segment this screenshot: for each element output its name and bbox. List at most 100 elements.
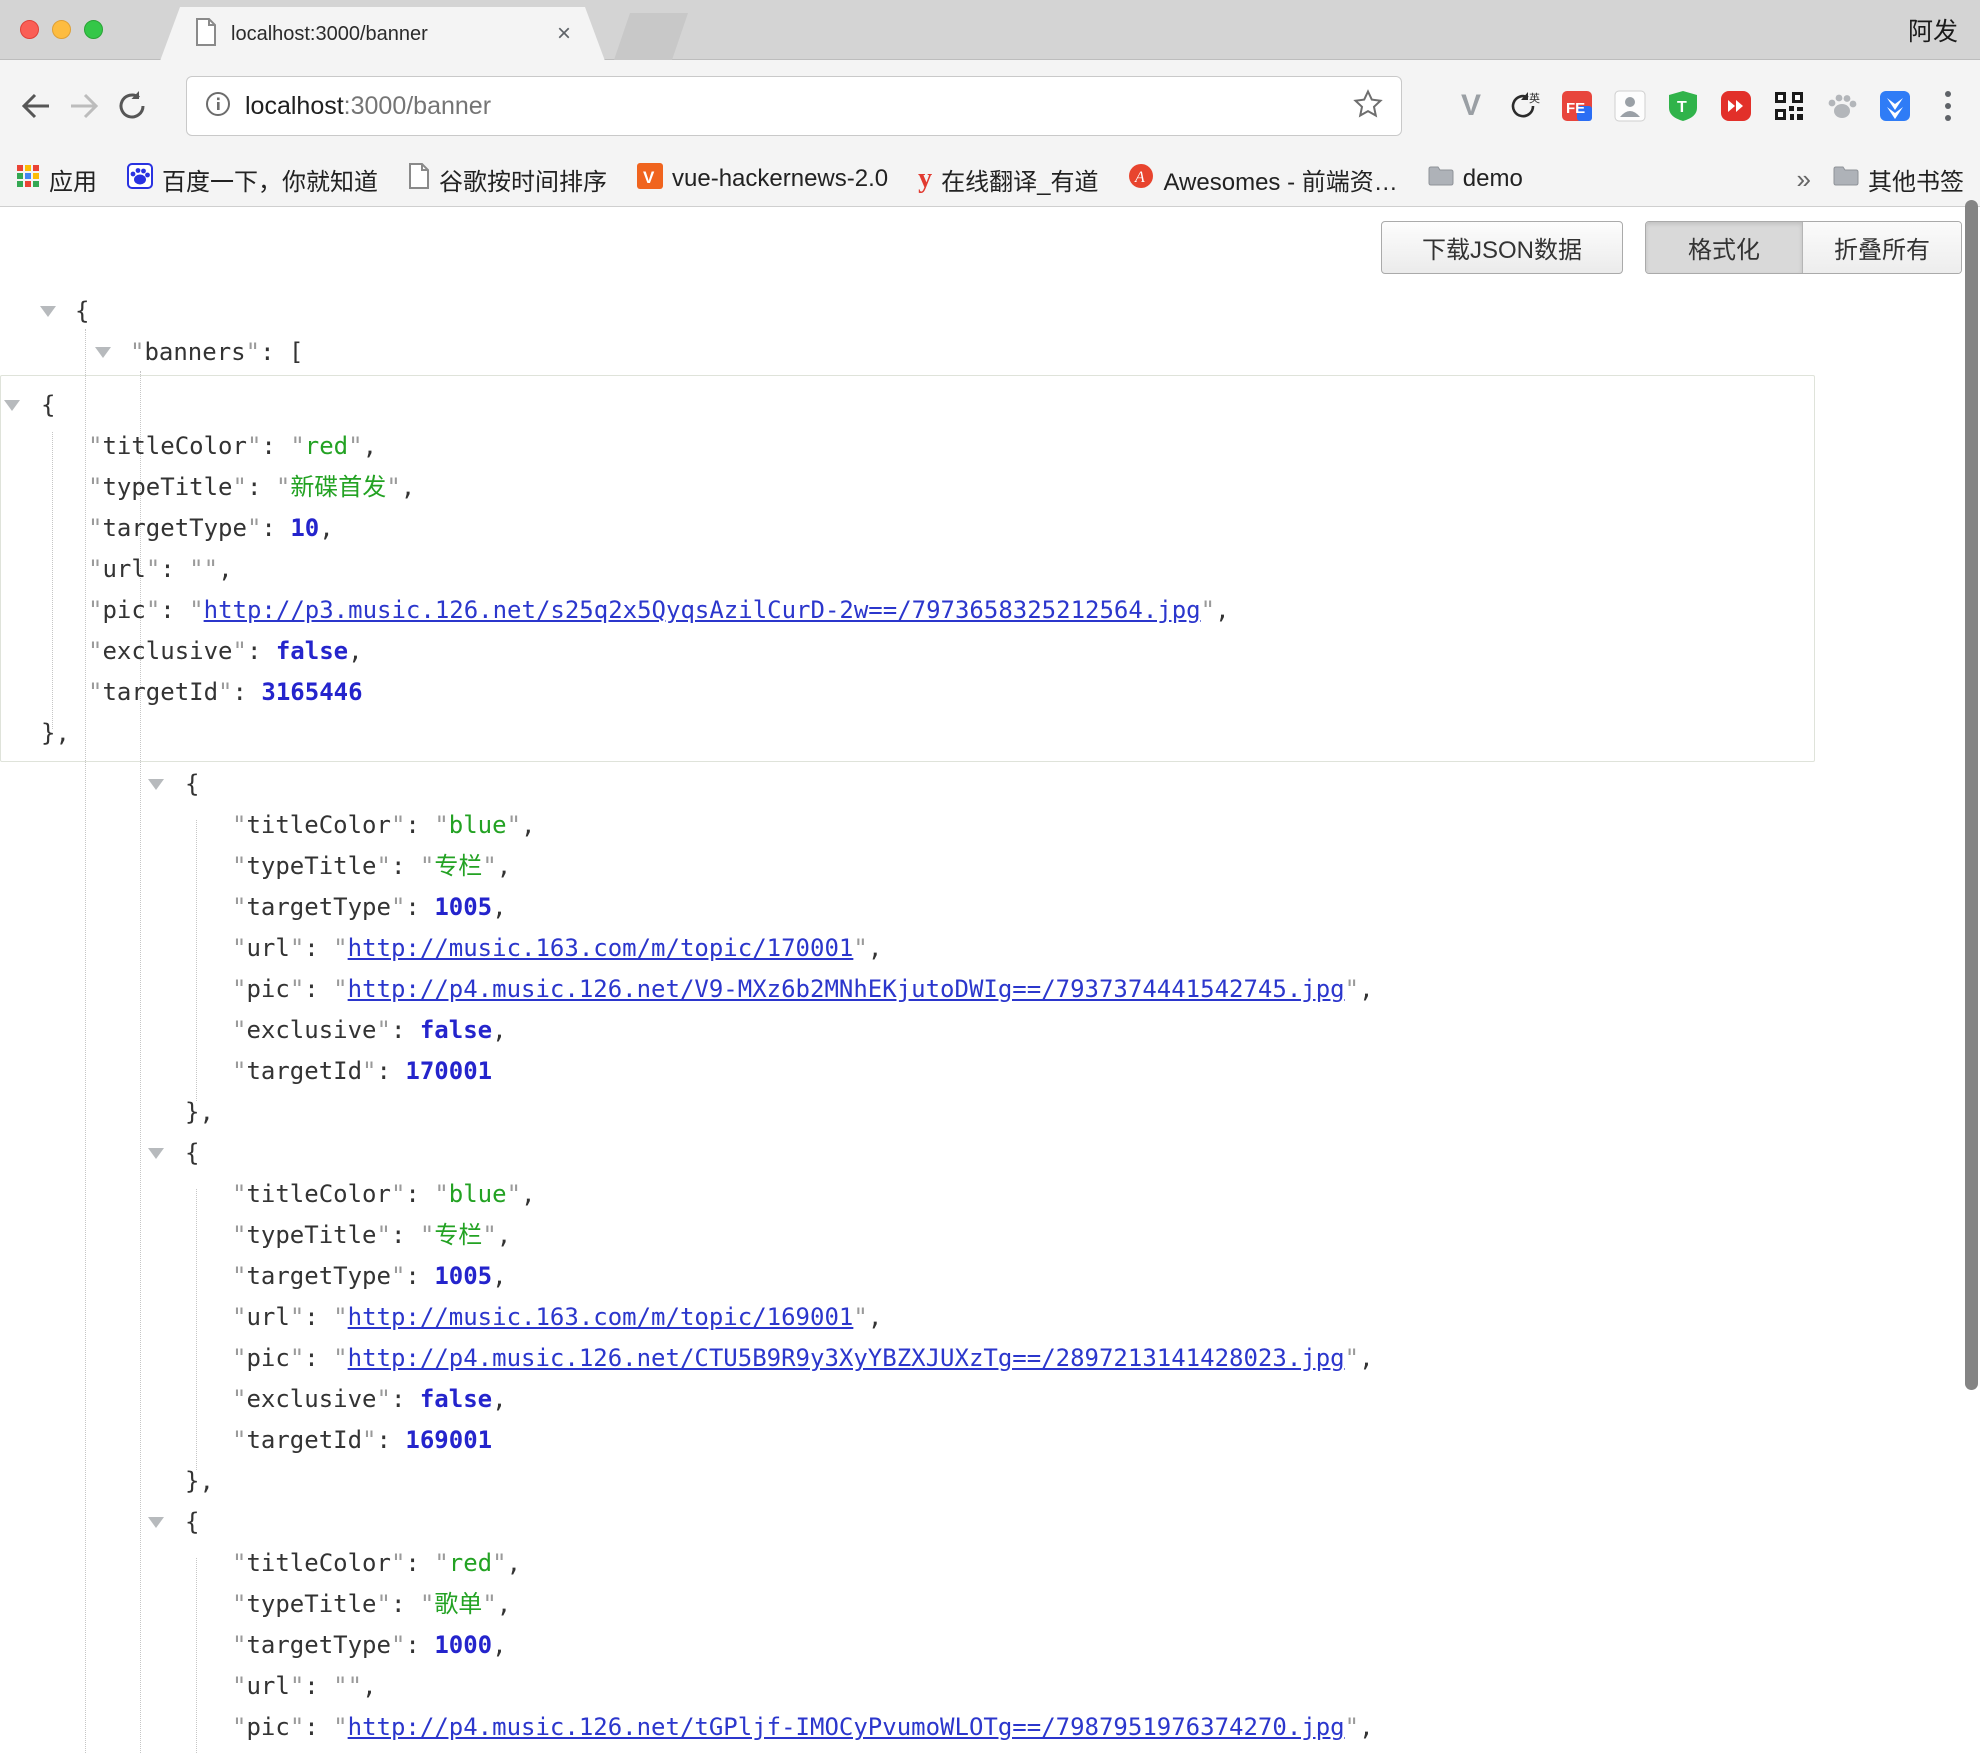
paw-icon[interactable] [1826,90,1858,122]
json-link[interactable]: http://music.163.com/m/topic/170001 [348,934,854,962]
bookmark-item[interactable]: 其他书签 [1833,162,1964,197]
profile-name[interactable]: 阿发 [1908,0,1958,60]
json-row: "url": "http://music.163.com/m/topic/170… [145,928,1960,969]
bookmarks-overflow-chevron-icon[interactable]: » [1797,164,1811,195]
json-link[interactable]: http://p4.music.126.net/tGPljf-IMOCyPvum… [348,1713,1345,1741]
close-window-icon[interactable] [20,20,39,39]
json-row: }, [145,1461,1960,1502]
youdao-y-icon: y [918,165,932,194]
json-row: "typeTitle": "专栏", [145,846,1960,887]
info-icon[interactable] [205,91,231,122]
json-row: "url": "", [1,549,1814,590]
user-silhouette-icon[interactable] [1614,90,1646,122]
bookmark-label: Awesomes - 前端资… [1163,162,1397,197]
red-player-icon[interactable] [1720,90,1752,122]
bookmark-item[interactable]: A Awesomes - 前端资… [1128,162,1397,197]
fehelper-icon[interactable]: FE [1561,90,1593,122]
json-link[interactable]: http://p4.music.126.net/CTU5B9R9y3XyYBZX… [348,1344,1345,1372]
collapse-triangle-icon[interactable] [148,1148,164,1159]
browser-tab[interactable]: localhost:3000/banner × [160,7,605,61]
download-json-button[interactable]: 下载JSON数据 [1381,221,1623,274]
svg-text:英: 英 [1529,91,1540,105]
new-tab-button[interactable] [614,13,688,60]
json-row: "targetId": 169001 [145,1420,1960,1461]
bookmark-item[interactable]: 谷歌按时间排序 [408,162,607,197]
format-collapse-group: 格式化 折叠所有 [1645,221,1962,274]
bookmark-item[interactable]: 应用 [16,162,97,197]
collapse-triangle-icon[interactable] [148,1517,164,1528]
apps-grid-icon [16,164,40,195]
url-host: localhost [245,92,344,120]
blue-shield-icon[interactable] [1879,90,1911,122]
bookmark-label: vue-hackernews-2.0 [672,165,888,193]
reload-icon[interactable] [108,90,156,122]
collapse-all-button[interactable]: 折叠所有 [1802,222,1961,273]
youdao-translate-icon[interactable]: 英 [1508,90,1540,122]
bookmark-item[interactable]: demo [1428,165,1523,194]
json-link[interactable]: http://p3.music.126.net/s25q2x5QyqsAzilC… [204,596,1201,624]
scrollbar-thumb[interactable] [1965,200,1978,1390]
json-row: "titleColor": "blue", [145,805,1960,846]
qrcode-icon[interactable] [1773,90,1805,122]
json-row: "typeTitle": "歌单", [145,1584,1960,1625]
json-row: "titleColor": "blue", [145,1174,1960,1215]
json-row: "targetType": 1005, [145,887,1960,928]
tab-favicon-doc-icon [194,18,218,51]
format-button[interactable]: 格式化 [1646,222,1802,273]
json-row: "url": "http://music.163.com/m/topic/169… [145,1297,1960,1338]
forward-icon[interactable] [60,91,108,121]
json-array-item: {"titleColor": "blue","typeTitle": "专栏",… [145,1133,1960,1502]
url-text: localhost:3000/banner [245,92,491,121]
json-row: "url": "", [145,1666,1960,1707]
back-icon[interactable] [12,91,60,121]
json-link[interactable]: http://p4.music.126.net/V9-MXz6b2MNhEKju… [348,975,1345,1003]
fullscreen-window-icon[interactable] [84,20,103,39]
bookmarks-right: » 其他书签 [1797,162,1964,197]
bookmark-label: 在线翻译_有道 [941,162,1098,197]
json-row: "targetId": 3165446 [1,672,1814,713]
bookmark-item[interactable]: Vvue-hackernews-2.0 [637,163,888,196]
vue-devtools-icon[interactable]: V [1455,90,1487,122]
minimize-window-icon[interactable] [52,20,71,39]
url-path: :3000/banner [344,92,491,120]
json-row: "typeTitle": "专栏", [145,1215,1960,1256]
json-row: "pic": "http://p4.music.126.net/CTU5B9R9… [145,1338,1960,1379]
json-row: "titleColor": "red", [1,426,1814,467]
bookmark-label: demo [1463,165,1523,193]
bookmark-label: 谷歌按时间排序 [439,162,607,197]
tab-close-icon[interactable]: × [557,22,571,46]
json-row: "targetId": 170001 [145,1051,1960,1092]
awesomes-a-icon: A [1128,163,1154,196]
svg-text:A: A [1134,169,1145,186]
bookmark-label: 应用 [49,162,97,197]
bookmark-item[interactable]: 百度一下，你就知道 [127,162,378,197]
bookmark-item[interactable]: y 在线翻译_有道 [918,162,1098,197]
svg-text:FE: FE [1566,100,1585,117]
bookmarks-bar: 应用百度一下，你就知道 谷歌按时间排序 Vvue-hackernews-2.0 y 在线… [0,152,1980,207]
json-row: "exclusive": false, [1,631,1814,672]
json-toolbar: 下载JSON数据 格式化 折叠所有 [1381,221,1962,274]
menu-dots-icon[interactable] [1932,90,1964,122]
svg-text:V: V [643,168,655,187]
green-shield-icon[interactable]: T [1667,90,1699,122]
json-row: "targetType": 1000, [145,1625,1960,1666]
star-icon[interactable] [1353,89,1383,124]
json-row: { [145,1133,1960,1174]
collapse-triangle-icon[interactable] [148,779,164,790]
folder-icon [1428,165,1454,194]
traffic-lights [20,20,103,39]
collapse-triangle-icon[interactable] [4,400,20,411]
collapse-triangle-icon[interactable] [95,347,111,358]
json-row: }, [145,1092,1960,1133]
json-row: "typeTitle": "新碟首发", [1,467,1814,508]
svg-text:T: T [1677,99,1687,116]
address-bar[interactable]: localhost:3000/banner [186,76,1402,136]
json-row: "titleColor": "red", [145,1543,1960,1584]
browser-toolbar: localhost:3000/banner V 英 FE T [0,60,1980,152]
json-row: }, [1,713,1814,754]
json-row: { [145,1502,1960,1543]
json-row: { [1,385,1814,426]
tab-title: localhost:3000/banner [231,23,544,46]
json-link[interactable]: http://music.163.com/m/topic/169001 [348,1303,854,1331]
collapse-triangle-icon[interactable] [40,306,56,317]
